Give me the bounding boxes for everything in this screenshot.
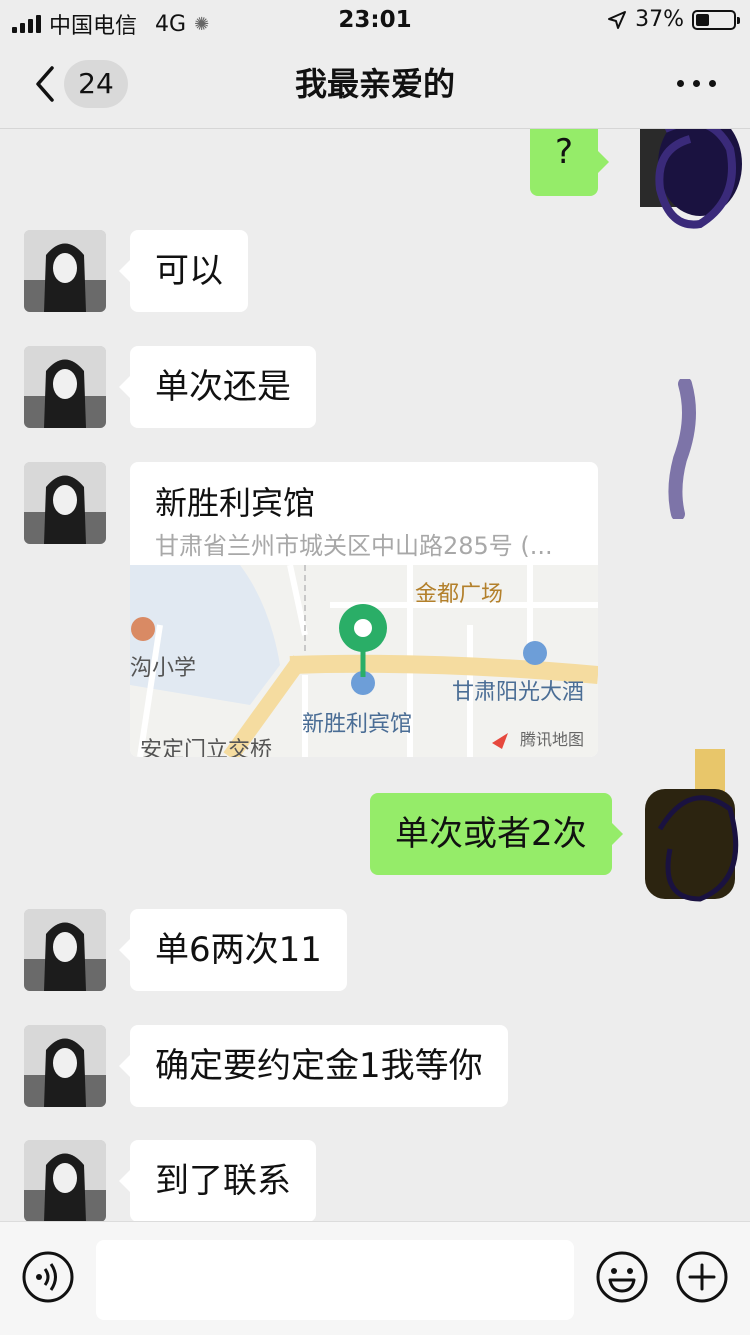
map-label: 新胜利宾馆	[302, 712, 412, 737]
scribble-mark	[668, 379, 696, 519]
chat-title: 我最亲爱的	[294, 65, 455, 103]
message-input[interactable]	[96, 1240, 574, 1320]
map-label: 金都广场	[415, 582, 503, 607]
message-bubble-contact[interactable]: 到了联系	[119, 1140, 316, 1221]
avatar-self-scribbled[interactable]	[630, 129, 745, 239]
map-provider-label: 腾讯地图	[520, 730, 584, 749]
avatar-contact[interactable]	[24, 909, 106, 991]
more-dots-icon[interactable]	[677, 80, 716, 87]
message-list[interactable]: ? 可以 单次还是 新胜利宾馆 甘肃省兰州市城关区中山路285号 (... 金都…	[0, 129, 750, 1221]
location-map[interactable]: 金都广场 甘肃阳光大酒 沟小学 新胜利宾馆 安定门立交桥 腾讯地图	[130, 565, 598, 757]
avatar-contact[interactable]	[24, 1025, 106, 1107]
emoji-icon[interactable]	[595, 1250, 649, 1304]
input-bar	[0, 1221, 750, 1335]
plus-icon[interactable]	[675, 1250, 729, 1304]
message-bubble-contact[interactable]: 可以	[119, 230, 248, 312]
location-arrow-icon	[608, 10, 627, 29]
map-label: 安定门立交桥	[140, 738, 272, 757]
avatar-self-scribbled[interactable]	[640, 749, 750, 909]
avatar-contact[interactable]	[24, 346, 106, 428]
location-address: 甘肃省兰州市城关区中山路285号 (...	[155, 532, 553, 560]
location-name: 新胜利宾馆	[155, 484, 316, 522]
battery-percent: 37%	[635, 7, 684, 32]
avatar-contact[interactable]	[24, 230, 106, 312]
status-bar: 中国电信 4G ✺ 23:01 37%	[0, 0, 750, 40]
message-bubble-contact[interactable]: 确定要约定金1我等你	[119, 1025, 508, 1107]
avatar-contact[interactable]	[24, 462, 106, 544]
message-bubble-self[interactable]: 单次或者2次	[370, 793, 623, 875]
map-label: 沟小学	[130, 656, 196, 681]
avatar-contact[interactable]	[24, 1140, 106, 1221]
voice-icon[interactable]	[21, 1250, 75, 1304]
message-bubble-self[interactable]: ?	[530, 129, 610, 196]
message-bubble-contact[interactable]: 单6两次11	[119, 909, 347, 991]
location-message-card[interactable]: 新胜利宾馆 甘肃省兰州市城关区中山路285号 (... 金都广场 甘肃阳光大酒 …	[130, 462, 598, 757]
message-bubble-contact[interactable]: 单次还是	[119, 346, 316, 428]
chat-header: 24 我最亲爱的	[0, 40, 750, 129]
map-label: 甘肃阳光大酒	[452, 680, 584, 705]
battery-icon	[692, 9, 740, 30]
